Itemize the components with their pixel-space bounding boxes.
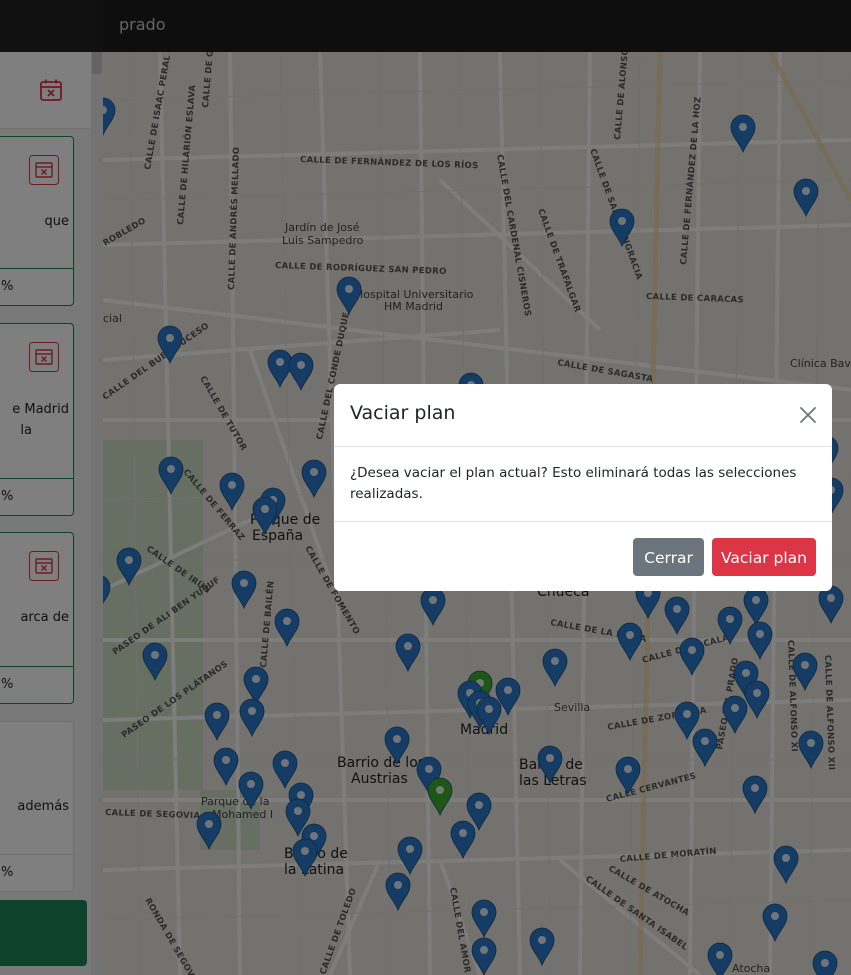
close-icon[interactable]	[797, 404, 819, 426]
close-button[interactable]: Cerrar	[633, 538, 704, 576]
dialog-footer: Cerrar Vaciar plan	[334, 521, 832, 592]
dialog-header: Vaciar plan	[334, 384, 832, 447]
dialog-message: ¿Desea vaciar el plan actual? Esto elimi…	[350, 465, 797, 502]
dialog-title: Vaciar plan	[350, 402, 456, 424]
confirm-dialog: Vaciar plan ¿Desea vaciar el plan actual…	[334, 384, 832, 591]
empty-plan-button[interactable]: Vaciar plan	[712, 538, 816, 576]
